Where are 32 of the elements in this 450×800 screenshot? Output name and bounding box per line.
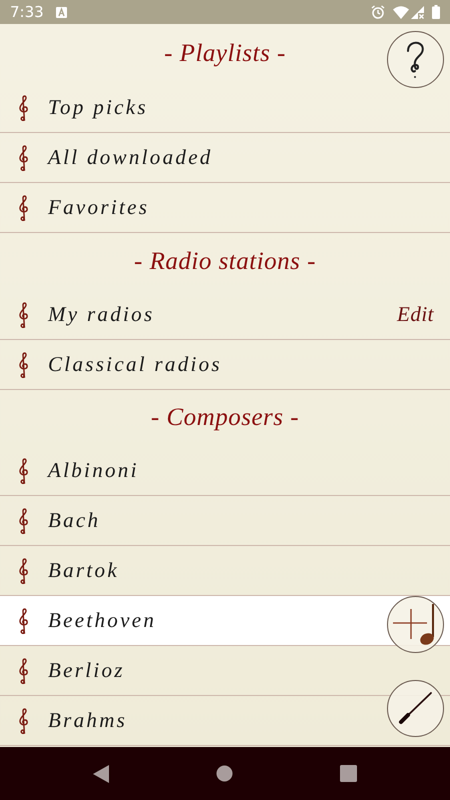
list-row[interactable]: All downloaded — [0, 133, 450, 183]
back-triangle-icon — [93, 764, 110, 782]
list-row[interactable]: Classical radios — [0, 340, 450, 390]
status-time: 7:33 — [10, 3, 44, 21]
list-row[interactable]: Beethoven — [0, 596, 450, 646]
recents-square-icon — [340, 765, 357, 782]
list-row[interactable]: Bach — [0, 496, 450, 546]
treble-clef-icon — [18, 94, 30, 120]
baton-icon — [398, 690, 434, 726]
battery-icon — [432, 5, 440, 19]
edit-button[interactable]: Edit — [397, 302, 434, 327]
section-title: - Composers - — [150, 404, 300, 432]
treble-clef-icon — [18, 352, 30, 378]
list-row[interactable]: Albinoni — [0, 446, 450, 496]
keyboard-icon — [56, 6, 67, 18]
treble-clef-icon — [18, 302, 30, 328]
treble-clef-icon — [18, 144, 30, 170]
treble-clef-icon — [18, 458, 30, 484]
treble-clef-icon — [18, 194, 30, 220]
section-title: - Radio stations - — [134, 248, 316, 276]
list-row[interactable]: Favorites — [0, 183, 450, 233]
alarm-icon — [371, 5, 385, 19]
treble-clef-icon — [18, 558, 30, 584]
signal-icon — [411, 6, 424, 18]
treble-clef-icon — [18, 508, 30, 534]
treble-clef-icon — [18, 608, 30, 634]
list-row[interactable]: My radios Edit — [0, 290, 450, 340]
treble-clef-icon — [18, 708, 30, 734]
home-circle-icon — [216, 765, 233, 782]
wifi-icon — [393, 6, 409, 18]
treble-clef-icon — [18, 658, 30, 684]
section-title: - Playlists - — [164, 40, 286, 68]
